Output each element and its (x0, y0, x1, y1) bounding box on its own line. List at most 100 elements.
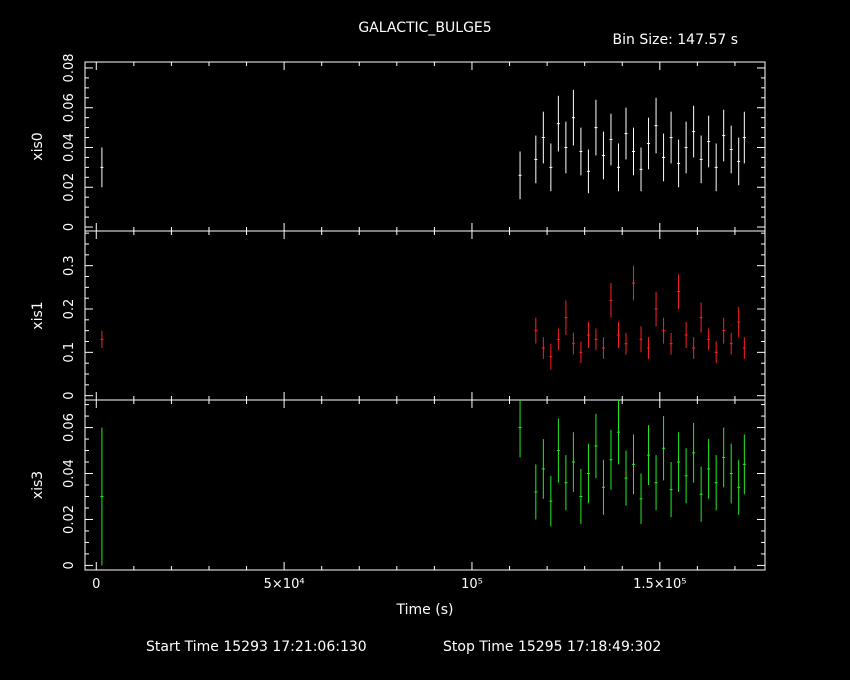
panel-xis3: 0 0.02 0.04 0.06 xis3 (30, 399, 766, 571)
panel-frame (84, 230, 766, 401)
data-point (586, 149, 590, 194)
data-point (556, 95, 560, 152)
x-axis-label: Time (s) (396, 602, 454, 618)
panel-xis0: 0 0.02 0.04 0.06 0.08 xis0 (30, 53, 766, 232)
y-tick-label: 0.04 (62, 459, 77, 488)
data-point (647, 425, 651, 485)
x-tick-label: 10⁵ (461, 577, 483, 592)
data-point (594, 99, 598, 156)
data-point (632, 434, 636, 495)
data-point (729, 443, 733, 504)
y-tick-label: 0.3 (62, 255, 77, 276)
panel-frame (84, 61, 766, 232)
data-point (722, 109, 726, 162)
data-point (579, 127, 583, 176)
y-tick-label: 0.08 (62, 53, 77, 82)
y-tick-label: 0.1 (62, 342, 77, 363)
start-time-label: Start Time 15293 17:21:06:130 (146, 639, 367, 655)
bin-size-label: Bin Size: 147.57 s (613, 32, 738, 48)
y-tick-label: 0.06 (62, 413, 77, 442)
data-point (742, 434, 746, 495)
data-point (742, 111, 746, 164)
data-point (699, 135, 703, 184)
data-point (534, 464, 538, 520)
y-tick-label: 0.2 (62, 299, 77, 320)
panel-frame (84, 399, 766, 571)
data-point (707, 115, 711, 168)
y-tick-label: 0 (62, 561, 77, 569)
data-point (714, 143, 718, 192)
data-point (624, 332, 628, 355)
data-point (616, 400, 620, 465)
data-point (518, 400, 522, 458)
data-point (654, 291, 658, 327)
data-point (541, 337, 545, 359)
data-point (586, 322, 590, 348)
data-point (729, 125, 733, 174)
data-point (639, 147, 643, 192)
data-point (662, 133, 666, 182)
data-point (677, 139, 681, 188)
data-point (662, 317, 666, 344)
x-tick-label: 5×10⁴ (264, 577, 305, 592)
data-point (707, 328, 711, 351)
y-tick-label: 0.04 (62, 133, 77, 162)
x-tick-label: 1.5×10⁵ (633, 577, 686, 592)
data-point (737, 137, 741, 186)
data-point (594, 413, 598, 479)
data-point (699, 466, 703, 522)
data-point (601, 131, 605, 180)
data-point (609, 113, 613, 166)
data-point (692, 337, 696, 359)
panel-y-label: xis3 (30, 471, 46, 499)
data-point (647, 337, 651, 359)
data-point (722, 317, 726, 344)
data-point (624, 107, 628, 160)
data-point (594, 328, 598, 351)
data-point (571, 89, 575, 146)
data-point (722, 427, 726, 488)
data-point (677, 274, 681, 309)
data-point (639, 326, 643, 353)
data-point (669, 462, 673, 518)
data-point (616, 143, 620, 192)
data-point (714, 455, 718, 511)
x-axis: 0 5×10⁴ 10⁵ 1.5×10⁵ (92, 577, 686, 592)
data-point (632, 127, 636, 176)
panel-y-label: xis0 (30, 132, 46, 160)
data-point (632, 265, 636, 301)
data-point (564, 455, 568, 511)
data-point (100, 147, 104, 188)
y-tick-label: 0.02 (62, 173, 77, 202)
data-point (586, 443, 590, 504)
panel-xis1: 0 0.1 0.2 0.3 xis1 (30, 230, 766, 401)
y-tick-label: 0 (62, 392, 77, 400)
data-point (684, 322, 688, 348)
data-point (601, 459, 605, 515)
data-point (549, 343, 553, 370)
data-point (601, 337, 605, 359)
data-point (707, 439, 711, 499)
data-point (564, 121, 568, 174)
data-point (571, 332, 575, 355)
data-point (699, 302, 703, 333)
data-point (654, 455, 658, 511)
data-point (742, 337, 746, 359)
data-point (100, 427, 104, 566)
data-point (571, 432, 575, 492)
panels-group: 0 0.02 0.04 0.06 0.08 xis0 0 0.1 0.2 0.3 xis1 0 0.02… (30, 53, 766, 571)
data-point (729, 332, 733, 355)
data-point (737, 306, 741, 338)
data-point (534, 317, 538, 344)
data-point (616, 322, 620, 348)
data-point (692, 105, 696, 158)
data-point (541, 439, 545, 499)
data-point (100, 330, 104, 348)
data-point (669, 332, 673, 355)
data-point (534, 135, 538, 184)
data-point (714, 341, 718, 364)
data-point (549, 143, 553, 192)
data-point (692, 422, 696, 483)
x-tick-label: 0 (92, 577, 100, 592)
data-point (549, 475, 553, 527)
